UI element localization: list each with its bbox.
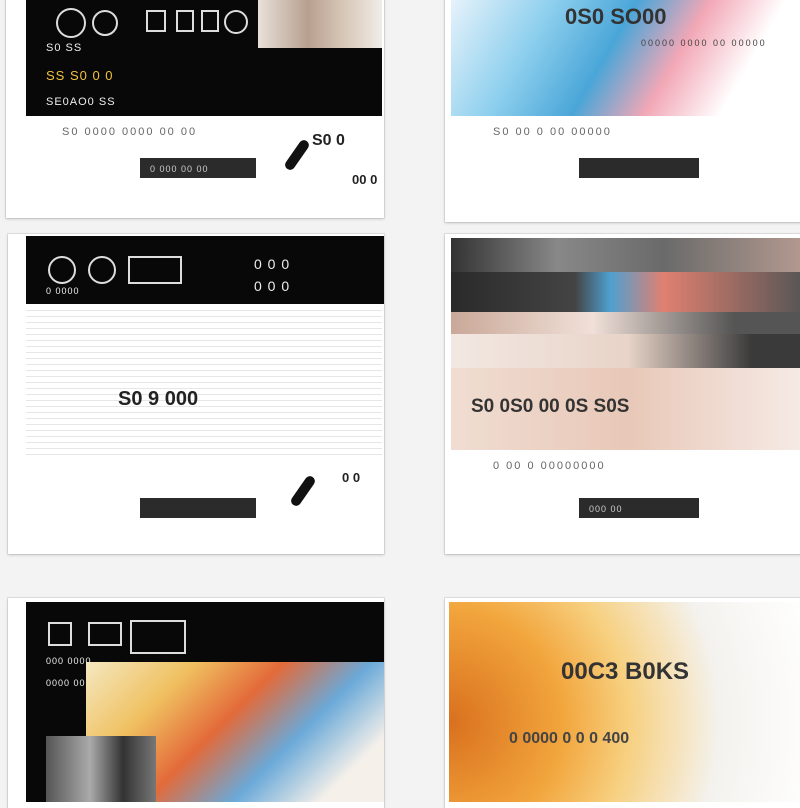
card-5-hero: 000 0000 0000 00 [26, 602, 384, 802]
card-1-side-text: S0 0 [312, 132, 345, 149]
card-1-action-button[interactable]: 0 000 00 00 [140, 158, 256, 178]
tv-icon [130, 620, 186, 654]
tv-icon [128, 256, 182, 284]
grid-icon [48, 622, 72, 646]
card-4-subtitle: 0 00 0 00000000 [493, 460, 606, 472]
card-5-hero-label: 0000 00 [46, 678, 86, 688]
card-4-action-button[interactable]: 000 00 [579, 498, 699, 518]
card-6-hero: 00C3 B0KS 0 0000 0 0 0 400 [449, 602, 800, 802]
card-3-body-text [26, 310, 382, 460]
template-card-3[interactable]: 0 0000 0 0 0 0 0 0 S0 9 000 0 0 [8, 234, 384, 554]
template-card-6[interactable]: 00C3 B0KS 0 0000 0 0 0 400 [445, 598, 800, 808]
printer-icon [146, 10, 166, 32]
card-6-big-text-2: 0 0000 0 0 0 400 [509, 730, 630, 747]
logo-icon [56, 8, 86, 38]
card-2-hero-sub: 00000 0000 00 00000 [641, 38, 767, 48]
card-3-action-button[interactable] [140, 498, 256, 518]
flag-icon [88, 622, 122, 646]
card-3-hero-caption: 0 0000 [46, 286, 80, 296]
card-4-hero: S0 0S0 00 0S S0S [451, 238, 800, 450]
template-card-4[interactable]: S0 0S0 00 0S S0S 0 00 0 00000000 000 00 [445, 234, 800, 554]
camera-icon [88, 256, 116, 284]
card-6-big-text: 00C3 B0KS [561, 658, 690, 685]
card-2-action-button[interactable] [579, 158, 699, 178]
card-3-hero-label-2: 0 0 0 [254, 278, 291, 294]
microphone-icon [283, 138, 311, 172]
microphone-icon [289, 474, 317, 508]
card-5-hero-caption: 000 0000 [46, 656, 92, 666]
card-1-photo [258, 0, 382, 48]
card-1-hero-label: SE0AO0 SS [46, 96, 116, 108]
card-3-hero-label-1: 0 0 0 [254, 256, 291, 272]
template-card-1[interactable]: S0 SS SS S0 0 0 SE0AO0 SS S0 0000 0000 0… [6, 0, 384, 218]
card-4-stripe-1 [451, 238, 800, 272]
disc-icon [224, 10, 248, 34]
camera-icon [92, 10, 118, 36]
card-2-subtitle: S0 00 0 00 00000 [493, 126, 612, 138]
card-5-photo [46, 736, 156, 802]
template-card-2[interactable]: 0S0 SO00 00000 0000 00 00000 S0 00 0 00 … [445, 0, 800, 222]
logo-icon [48, 256, 76, 284]
card-2-hero: 0S0 SO00 00000 0000 00 00000 [451, 0, 800, 116]
card-2-hero-title: 0S0 SO00 [565, 4, 667, 29]
card-3-hero: 0 0000 0 0 0 0 0 0 [26, 236, 384, 304]
card-4-stripe-4 [451, 334, 800, 368]
card-1-hero-caption: S0 SS [46, 42, 83, 54]
card-1-hero-row: SS S0 0 0 [46, 68, 114, 83]
card-4-stripe-3 [451, 312, 800, 334]
grid-icon [201, 10, 219, 32]
flag-icon [176, 10, 194, 32]
card-4-big-text: S0 0S0 00 0S S0S [471, 396, 630, 417]
template-card-5[interactable]: 000 0000 0000 00 [8, 598, 384, 808]
card-4-stripe-2 [451, 272, 800, 312]
card-1-subtitle: S0 0000 0000 00 00 [62, 126, 198, 138]
card-3-side-text: 0 0 [342, 470, 361, 485]
card-3-big-text: S0 9 000 [118, 388, 199, 410]
card-1-side-text-2: 00 0 [352, 172, 378, 187]
card-1-hero: S0 SS SS S0 0 0 SE0AO0 SS [26, 0, 382, 116]
